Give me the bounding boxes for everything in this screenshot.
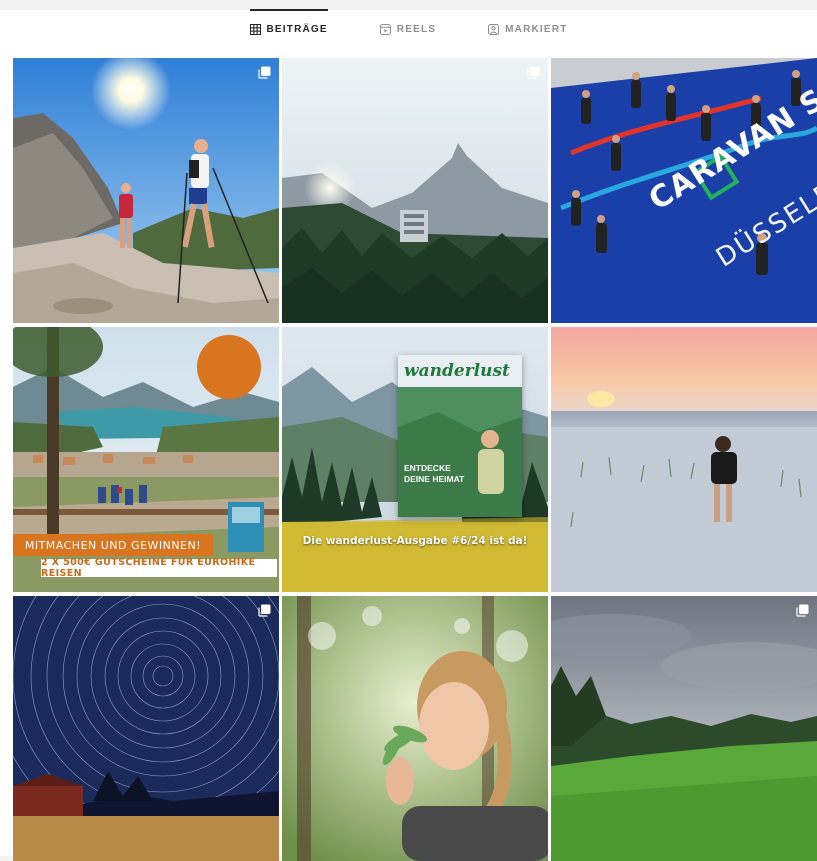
post-beach-sunset[interactable]	[551, 327, 817, 592]
tab-markiert-label: MARKIERT	[505, 23, 568, 35]
carousel-icon	[796, 604, 809, 617]
tab-reels-label: REELS	[396, 23, 437, 35]
post-magazine[interactable]: wanderlust ENTDECKE DEINE HEIMAT Die wan…	[282, 327, 548, 592]
giveaway-subbanner: 2 X 500€ GUTSCHEINE FÜR EUROHIKE REISEN	[41, 557, 277, 579]
info-badge	[197, 335, 261, 399]
post-mountain-hotel[interactable]	[282, 58, 548, 323]
grid-icon	[249, 23, 261, 35]
tab-beitraege-label: BEITRÄGE	[266, 23, 328, 35]
tab-markiert[interactable]: MARKIERT	[488, 10, 567, 48]
reels-icon	[379, 23, 391, 35]
post-image	[282, 596, 548, 861]
magazine-title: wanderlust	[404, 361, 510, 381]
post-image	[13, 58, 279, 323]
magazine-caption: Die wanderlust-Ausgabe #6/24 ist da!	[302, 535, 528, 547]
post-image	[551, 327, 817, 592]
post-star-trails[interactable]	[13, 596, 279, 861]
post-girl-plant[interactable]	[282, 596, 548, 861]
carousel-icon	[258, 604, 271, 617]
profile-tabs: BEITRÄGE REELS MARKIERT	[0, 9, 817, 48]
post-image	[282, 58, 548, 323]
carousel-icon	[258, 66, 271, 79]
post-image	[551, 596, 817, 861]
magazine-headline: ENTDECKE DEINE HEIMAT	[404, 463, 464, 485]
post-giveaway[interactable]: MITMACHEN UND GEWINNEN! 2 X 500€ GUTSCHE…	[13, 327, 279, 592]
magazine-headline-line2: DEINE HEIMAT	[404, 474, 465, 484]
magazine-headline-line1: ENTDECKE	[404, 463, 451, 473]
post-meadow[interactable]	[551, 596, 817, 861]
tagged-icon	[488, 23, 500, 35]
giveaway-banner: MITMACHEN UND GEWINNEN!	[13, 534, 213, 556]
magazine-cover-art	[398, 387, 522, 517]
post-trail-runners[interactable]	[13, 58, 279, 323]
carousel-icon	[527, 66, 540, 79]
tab-beitraege[interactable]: BEITRÄGE	[249, 9, 329, 48]
post-caravan-salon[interactable]: CARAVAN SALON DÜSSELDORF	[551, 58, 817, 323]
post-image	[13, 596, 279, 861]
posts-grid: CARAVAN SALON DÜSSELDORF	[13, 58, 817, 861]
tab-reels[interactable]: REELS	[379, 10, 437, 48]
magazine-cover: wanderlust ENTDECKE DEINE HEIMAT	[398, 355, 522, 517]
profile-page: BEITRÄGE REELS MARKIERT CARAVAN SALON MI…	[0, 0, 817, 861]
